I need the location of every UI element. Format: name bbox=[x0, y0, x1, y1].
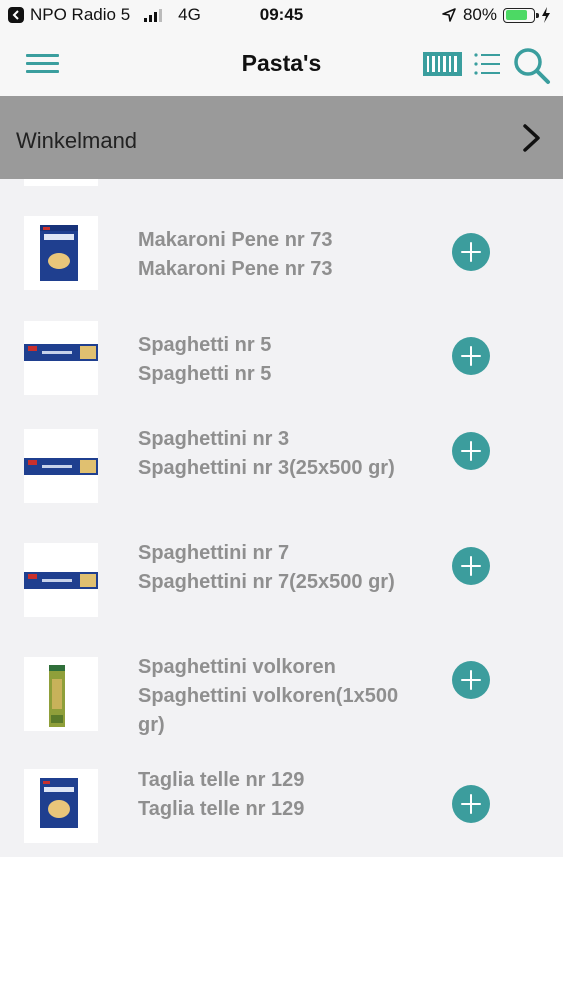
product-list: Makaroni Pene nr 73 Makaroni Pene nr 73 … bbox=[0, 179, 563, 857]
product-image bbox=[24, 429, 98, 503]
add-to-cart-button[interactable] bbox=[452, 432, 490, 470]
status-right: 80% bbox=[441, 5, 551, 25]
list-item[interactable]: Spaghettini volkoren Spaghettini volkore… bbox=[0, 656, 563, 757]
product-image bbox=[24, 321, 98, 395]
list-item[interactable]: Makaroni Pene nr 73 Makaroni Pene nr 73 bbox=[0, 216, 563, 306]
status-bar: NPO Radio 5 4G 09:45 80% bbox=[0, 0, 563, 32]
product-name: Spaghettini nr 7 bbox=[138, 542, 290, 564]
product-image bbox=[24, 216, 98, 290]
list-item[interactable]: Spaghettini nr 7 Spaghettini nr 7(25x500… bbox=[0, 542, 563, 643]
list-view-icon[interactable] bbox=[474, 52, 500, 76]
add-to-cart-button[interactable] bbox=[452, 785, 490, 823]
add-to-cart-button[interactable] bbox=[452, 233, 490, 271]
cart-label: Winkelmand bbox=[16, 128, 138, 153]
add-to-cart-button[interactable] bbox=[452, 661, 490, 699]
product-name: Makaroni Pene nr 73 bbox=[138, 229, 333, 251]
product-name: Spaghetti nr 5 bbox=[138, 334, 272, 356]
chevron-right-icon bbox=[523, 124, 540, 152]
add-to-cart-button[interactable] bbox=[452, 337, 490, 375]
product-name: Spaghettini nr 3 bbox=[138, 428, 290, 450]
product-image bbox=[24, 543, 98, 617]
product-image bbox=[24, 769, 98, 843]
previous-item-thumbnail bbox=[24, 179, 98, 186]
product-name: Taglia telle nr 129 bbox=[138, 769, 305, 791]
barcode-icon[interactable] bbox=[423, 52, 462, 76]
product-description: Taglia telle nr 129 bbox=[138, 798, 305, 820]
list-item[interactable]: Taglia telle nr 129 Taglia telle nr 129 bbox=[0, 769, 563, 859]
product-image bbox=[24, 657, 98, 731]
product-description: Spaghettini nr 7(25x500 gr) bbox=[138, 571, 395, 593]
battery-percent: 80% bbox=[462, 5, 497, 24]
location-arrow-icon bbox=[442, 8, 456, 22]
product-description: Makaroni Pene nr 73 bbox=[138, 258, 333, 280]
charging-bolt-icon bbox=[542, 7, 550, 23]
add-to-cart-button[interactable] bbox=[452, 547, 490, 585]
search-icon[interactable] bbox=[513, 47, 551, 85]
product-description: Spaghettini nr 3(25x500 gr) bbox=[138, 457, 395, 479]
product-description: Spaghetti nr 5 bbox=[138, 363, 272, 385]
list-item[interactable]: Spaghetti nr 5 Spaghetti nr 5 bbox=[0, 321, 563, 411]
cart-bar[interactable]: Winkelmand bbox=[0, 96, 563, 179]
product-description: Spaghettini volkoren(1x500 gr) bbox=[138, 685, 399, 736]
list-item[interactable]: Spaghettini nr 3 Spaghettini nr 3(25x500… bbox=[0, 428, 563, 529]
navigation-bar: Pasta's bbox=[0, 32, 563, 96]
battery-icon bbox=[503, 7, 539, 23]
product-name: Spaghettini volkoren bbox=[138, 656, 336, 678]
